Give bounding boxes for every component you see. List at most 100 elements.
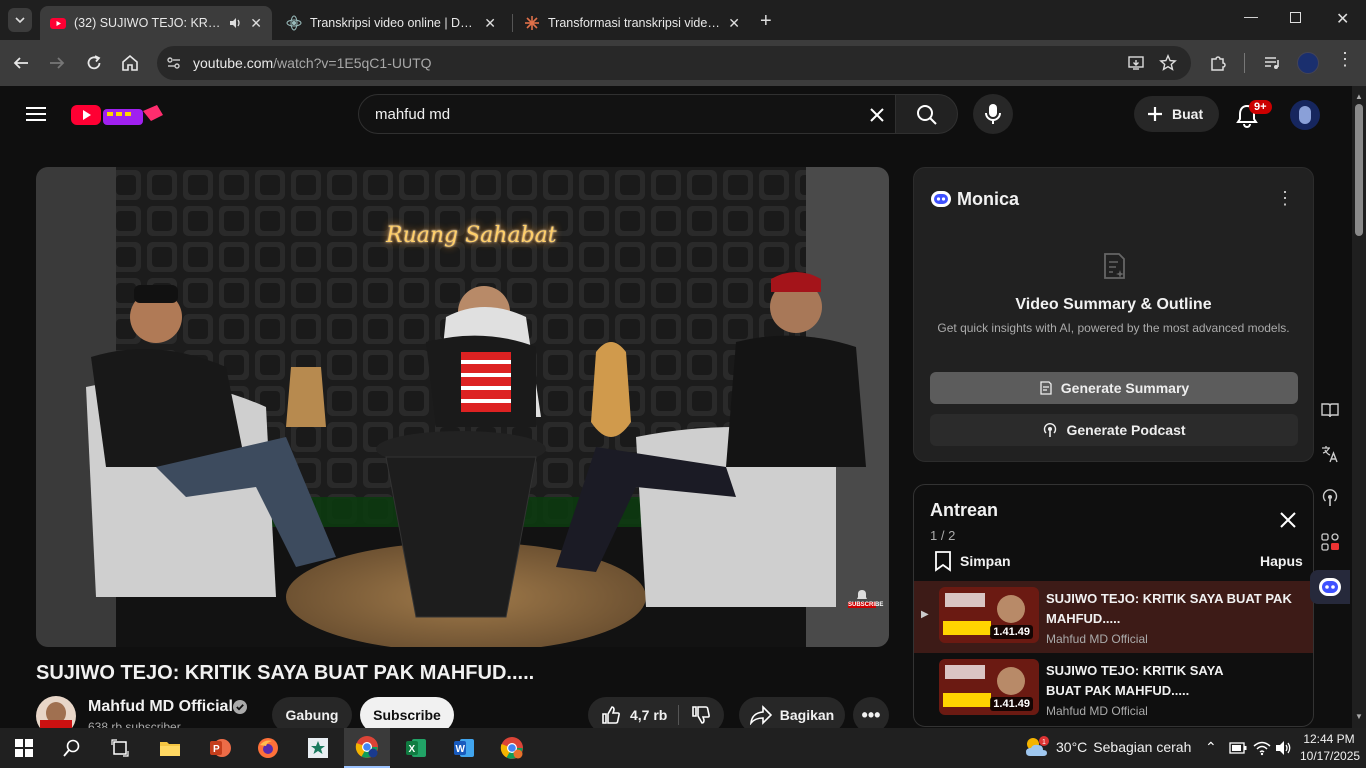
queue-item[interactable]: 1.41.49 SUJIWO TEJO: KRITIK SAYA BUAT PA… <box>914 653 1313 725</box>
channel-name[interactable]: Mahfud MD Official <box>88 698 233 716</box>
tab-title: Transformasi transkripsi video Y <box>548 16 721 30</box>
rail-podcast[interactable] <box>1310 480 1350 516</box>
powerpoint-icon: P <box>210 739 231 757</box>
podcast-icon <box>1044 423 1057 437</box>
video-player[interactable]: Ruang Sahabat SUBSCRIBE <box>36 167 889 647</box>
tab-transformasi[interactable]: Transformasi transkripsi video Y ✕ <box>514 6 750 40</box>
account-avatar[interactable] <box>1290 100 1320 130</box>
tab-title: (32) SUJIWO TEJO: KRITIK SAYA BUAT PAK M… <box>74 16 223 30</box>
tab-youtube[interactable]: (32) SUJIWO TEJO: KRITIK SAYA BUAT PAK M… <box>40 6 272 40</box>
queue-duration: 1.41.49 <box>990 625 1033 639</box>
search-button[interactable] <box>895 94 958 134</box>
youtube-header: mahfud md Buat 9+ <box>0 86 1366 144</box>
clear-queue-button[interactable]: Hapus <box>1260 553 1303 569</box>
rail-translate[interactable] <box>1310 436 1350 472</box>
scroll-down-arrow[interactable]: ▼ <box>1355 712 1363 721</box>
volume-icon[interactable] <box>1275 740 1293 756</box>
partly-sunny-icon: 1 <box>1026 736 1049 756</box>
clock[interactable]: 12:44 PM 10/17/2025 <box>1300 731 1360 765</box>
scroll-thumb[interactable] <box>1355 104 1363 236</box>
bookmark-star-icon[interactable] <box>1159 54 1177 72</box>
scroll-up-arrow[interactable]: ▲ <box>1355 92 1363 101</box>
chrome-icon <box>500 737 523 759</box>
rail-reader[interactable] <box>1310 392 1350 428</box>
powerpoint-button[interactable]: P <box>200 732 240 764</box>
queue-item-channel: Mahfud MD Official <box>1046 704 1148 718</box>
close-tab-icon[interactable]: ✕ <box>728 15 740 32</box>
watermark-label: SUBSCRIBE <box>848 602 884 608</box>
close-window-button[interactable]: ✕ <box>1336 9 1349 29</box>
tab-title: Transkripsi video online | Desgr <box>310 16 477 30</box>
notification-badge: 9+ <box>1249 100 1272 114</box>
install-app-icon[interactable] <box>1127 54 1145 72</box>
home-icon[interactable] <box>121 54 139 72</box>
show-hidden-icons-chevron-icon[interactable]: ⌃ <box>1205 739 1217 756</box>
create-label: Buat <box>1172 106 1204 122</box>
close-tab-icon[interactable]: ✕ <box>484 15 496 32</box>
queue-item[interactable]: ▶ 1.41.49 SUJIWO TEJO: KRITIK SAYA BUAT … <box>914 581 1313 653</box>
save-queue-button[interactable]: Simpan <box>934 550 1011 572</box>
new-tab-button[interactable]: + <box>760 10 772 33</box>
extensions-puzzle-icon[interactable] <box>1208 53 1228 73</box>
media-control-icon[interactable] <box>1262 53 1282 73</box>
firefox-button[interactable] <box>248 732 288 764</box>
task-view-button[interactable] <box>100 732 140 764</box>
translate-icon <box>1322 446 1338 463</box>
generate-summary-button[interactable]: Generate Summary <box>930 372 1298 404</box>
address-bar[interactable]: youtube.com/watch?v=1E5qC1-UUTQ <box>157 46 1191 80</box>
browser-menu-icon[interactable]: ⋮ <box>1336 50 1354 68</box>
chrome-active-button[interactable] <box>344 728 390 768</box>
summary-small-icon <box>1040 381 1052 395</box>
excel-button[interactable]: X <box>396 732 436 764</box>
search-input[interactable]: mahfud md <box>358 94 896 134</box>
speaker-icon[interactable] <box>228 16 242 30</box>
subscribe-watermark[interactable]: SUBSCRIBE <box>848 589 884 609</box>
close-queue-icon[interactable] <box>1280 512 1296 528</box>
tab-divider <box>512 14 513 32</box>
svg-text:X: X <box>409 744 416 755</box>
hamburger-menu-icon[interactable] <box>26 106 46 122</box>
generate-podcast-button[interactable]: Generate Podcast <box>930 414 1298 446</box>
file-explorer-button[interactable] <box>150 732 190 764</box>
page-scrollbar[interactable]: ▲ ▼ <box>1352 86 1366 728</box>
apps-grid-icon <box>1321 533 1339 551</box>
subscriber-count: 638 rb subscriber <box>88 720 181 728</box>
like-count[interactable]: 4,7 rb <box>630 707 667 723</box>
word-button[interactable]: W <box>444 732 484 764</box>
minimize-button[interactable]: — <box>1244 8 1258 24</box>
rail-apps[interactable] <box>1310 524 1350 560</box>
tab-desgr[interactable]: Transkripsi video online | Desgr ✕ <box>276 6 506 40</box>
wifi-icon[interactable] <box>1253 740 1271 756</box>
chrome-second-button[interactable] <box>492 732 532 764</box>
toolbar-divider <box>1244 53 1245 73</box>
search-icon <box>917 105 937 125</box>
voice-search-button[interactable] <box>973 94 1013 134</box>
monica-menu-icon[interactable]: ⋮ <box>1276 188 1294 209</box>
thumbs-up-icon[interactable] <box>600 704 622 726</box>
start-button[interactable] <box>4 732 44 764</box>
thumbs-down-icon[interactable] <box>690 704 712 726</box>
tab-search-button[interactable] <box>8 8 32 32</box>
reload-icon[interactable] <box>85 54 103 72</box>
profile-avatar[interactable] <box>1297 52 1319 74</box>
create-button[interactable]: Buat <box>1134 96 1219 132</box>
site-info-icon[interactable] <box>166 55 182 71</box>
search-icon <box>63 739 80 757</box>
clear-search-icon[interactable] <box>869 107 885 123</box>
restore-button[interactable] <box>1290 12 1301 23</box>
like-divider <box>678 705 679 725</box>
forward-arrow-icon[interactable] <box>48 54 66 72</box>
youtube-doodle-logo[interactable] <box>71 101 165 129</box>
monica-launcher-button[interactable] <box>1310 570 1350 604</box>
plus-icon <box>1148 107 1162 121</box>
weather-widget[interactable]: 1 30°C Sebagian cerah <box>1024 736 1191 758</box>
queue-item-title: SUJIWO TEJO: KRITIK SAYA BUAT PAK MAHFUD… <box>1046 663 1223 698</box>
taskbar-search-button[interactable] <box>52 732 92 764</box>
back-arrow-icon[interactable] <box>12 54 30 72</box>
save-label: Simpan <box>960 553 1011 569</box>
close-tab-icon[interactable]: ✕ <box>250 15 262 32</box>
queue-position: 1 / 2 <box>930 528 956 543</box>
share-label: Bagikan <box>779 707 835 723</box>
pinned-app-button[interactable] <box>298 732 338 764</box>
battery-icon[interactable] <box>1229 742 1247 754</box>
